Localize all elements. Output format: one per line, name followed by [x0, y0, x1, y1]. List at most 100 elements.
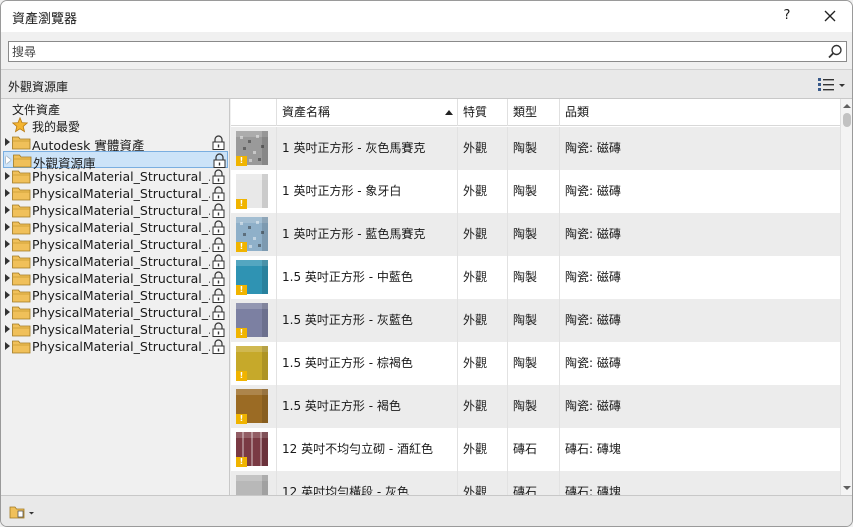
expand-arrow-icon[interactable]	[6, 156, 11, 164]
tree-item-label: PhysicalMaterial_Structural_...	[32, 186, 210, 201]
tree-item[interactable]: PhysicalMaterial_Structural_...	[3, 219, 228, 236]
tree-item[interactable]: PhysicalMaterial_Structural_...	[3, 185, 228, 202]
preview-cell: !	[231, 256, 276, 299]
table-row[interactable]: ! 1.5 英吋正方形 - 灰藍色 外觀 陶製 陶瓷: 磁磚	[231, 299, 840, 342]
preview-cell: !	[231, 342, 276, 385]
bottom-bar	[1, 495, 852, 526]
tree-item[interactable]: PhysicalMaterial_Structural_...	[3, 270, 228, 287]
expand-arrow-icon[interactable]	[5, 172, 10, 180]
expand-arrow-icon[interactable]	[5, 223, 10, 231]
expand-arrow-icon[interactable]	[5, 291, 10, 299]
warning-icon: !	[236, 328, 247, 338]
expand-arrow-icon[interactable]	[5, 342, 10, 350]
expand-arrow-icon[interactable]	[5, 308, 10, 316]
expand-arrow-icon[interactable]	[5, 240, 10, 248]
tree-item[interactable]: PhysicalMaterial_Structural_...	[3, 338, 228, 355]
asset-name-cell: 1.5 英吋正方形 - 灰藍色	[276, 299, 457, 342]
list-view-icon	[818, 78, 845, 91]
view-mode-button[interactable]	[816, 76, 848, 94]
expand-arrow-icon[interactable]	[5, 138, 10, 146]
property-cell: 外觀	[457, 385, 507, 428]
table-header: 資產名稱 特質 類型 品類	[231, 99, 840, 126]
asset-name-cell: 1 英吋正方形 - 象牙白	[276, 170, 457, 213]
lock-icon	[212, 271, 225, 286]
lock-icon	[212, 203, 225, 218]
tree-item[interactable]: PhysicalMaterial_Structural_...	[3, 321, 228, 338]
type-cell: 陶製	[507, 342, 559, 385]
expand-arrow-icon[interactable]	[5, 189, 10, 197]
column-header-type[interactable]: 類型	[507, 99, 559, 126]
table-row[interactable]: ! 1.5 英吋正方形 - 棕褐色 外觀 陶製 陶瓷: 磁磚	[231, 342, 840, 385]
lock-icon	[212, 254, 225, 269]
asset-name-cell: 1.5 英吋正方形 - 棕褐色	[276, 342, 457, 385]
property-cell: 外觀	[457, 299, 507, 342]
table-row[interactable]: ! 1.5 英吋正方形 - 中藍色 外觀 陶製 陶瓷: 磁磚	[231, 256, 840, 299]
folder-icon	[12, 170, 31, 184]
preview-cell: !	[231, 471, 276, 495]
type-cell: 陶製	[507, 256, 559, 299]
scroll-thumb[interactable]	[843, 113, 851, 127]
property-cell: 外觀	[457, 170, 507, 213]
asset-name-cell: 12 英吋均勻橫段 - 灰色	[276, 471, 457, 495]
search-input[interactable]	[12, 43, 812, 60]
table-row[interactable]: ! 1 英吋正方形 - 灰色馬賽克 外觀 陶製 陶瓷: 磁磚	[231, 127, 840, 170]
property-cell: 外觀	[457, 428, 507, 471]
warning-icon: !	[236, 371, 247, 381]
lock-icon	[213, 153, 226, 168]
folder-icon	[13, 154, 32, 168]
tree-item[interactable]: Autodesk 實體資產	[3, 134, 228, 153]
table-row[interactable]: ! 1 英吋正方形 - 藍色馬賽克 外觀 陶製 陶瓷: 磁磚	[231, 213, 840, 256]
lock-icon	[212, 135, 225, 150]
search-icon[interactable]	[827, 43, 844, 60]
folder-icon	[12, 136, 31, 150]
expand-arrow-icon[interactable]	[5, 206, 10, 214]
preview-cell: !	[231, 428, 276, 471]
column-header-preview[interactable]	[231, 99, 276, 126]
table-row[interactable]: ! 1 英吋正方形 - 象牙白 外觀 陶製 陶瓷: 磁磚	[231, 170, 840, 213]
scroll-down-arrow[interactable]	[843, 486, 851, 490]
library-menu-icon	[9, 506, 34, 519]
table-scrollbar[interactable]	[840, 99, 852, 495]
column-header-property[interactable]: 特質	[457, 99, 507, 126]
tree-item[interactable]: PhysicalMaterial_Structural_...	[3, 287, 228, 304]
tree-item[interactable]: PhysicalMaterial_Structural_...	[3, 202, 228, 219]
asset-table: 資產名稱 特質 類型 品類 ! 1 英吋正方形 - 灰色馬賽克 外觀 陶製 陶瓷: 磁磚…	[231, 99, 852, 495]
type-cell: 磚石	[507, 428, 559, 471]
expand-arrow-icon[interactable]	[5, 257, 10, 265]
tree-item-label: PhysicalMaterial_Structural_...	[32, 288, 210, 303]
asset-name-cell: 1.5 英吋正方形 - 褐色	[276, 385, 457, 428]
tree-item[interactable]: PhysicalMaterial_Structural_...	[3, 236, 228, 253]
expand-arrow-icon[interactable]	[5, 274, 10, 282]
preview-cell: !	[231, 385, 276, 428]
tree-item[interactable]: PhysicalMaterial_Structural_...	[3, 304, 228, 321]
folder-icon	[12, 272, 31, 286]
folder-icon	[12, 187, 31, 201]
column-header-name[interactable]: 資產名稱	[276, 99, 457, 126]
library-header: 外觀資源庫	[1, 69, 852, 99]
tree-item[interactable]: PhysicalMaterial_Structural_...	[3, 253, 228, 270]
close-button[interactable]	[818, 4, 842, 28]
star-icon	[12, 117, 28, 133]
table-row[interactable]: !12 英吋均勻橫段 - 灰色外觀磚石磚石: 磚塊	[231, 471, 840, 495]
library-menu-button[interactable]	[9, 504, 37, 520]
asset-name-cell: 12 英吋不均勻立砌 - 酒紅色	[276, 428, 457, 471]
tree-document-assets[interactable]: 文件資產	[12, 101, 60, 118]
type-cell: 磚石	[507, 471, 559, 495]
folder-icon	[12, 221, 31, 235]
tree-item[interactable]: PhysicalMaterial_Structural_...	[3, 168, 228, 185]
window-title: 資產瀏覽器	[12, 12, 78, 27]
help-button[interactable]: ?	[776, 4, 798, 28]
scroll-up-arrow[interactable]	[843, 104, 851, 108]
warning-icon: !	[236, 457, 247, 467]
category-cell: 陶瓷: 磁磚	[559, 256, 840, 299]
category-cell: 陶瓷: 磁磚	[559, 213, 840, 256]
expand-arrow-icon[interactable]	[5, 325, 10, 333]
tree-item[interactable]: 外觀資源庫	[3, 151, 228, 171]
tree-item-label: PhysicalMaterial_Structural_...	[32, 237, 210, 252]
lock-icon	[212, 237, 225, 252]
table-row[interactable]: ! 1.5 英吋正方形 - 褐色 外觀 陶製 陶瓷: 磁磚	[231, 385, 840, 428]
title-bar: 資產瀏覽器 ?	[1, 1, 852, 32]
table-row[interactable]: ! 12 英吋不均勻立砌 - 酒紅色 外觀 磚石 磚石: 磚塊	[231, 428, 840, 471]
column-header-category[interactable]: 品類	[559, 99, 840, 126]
property-cell: 外觀	[457, 213, 507, 256]
